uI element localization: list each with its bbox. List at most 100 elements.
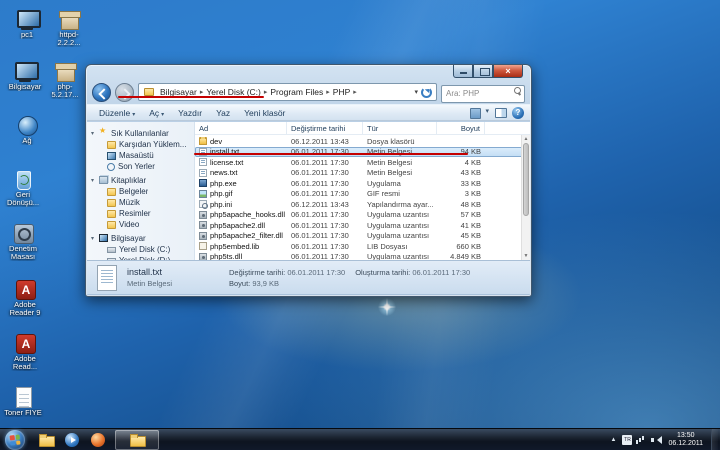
file-name-cell: dev <box>195 137 287 146</box>
desktop-icon-httpd-2-2-2[interactable]: httpd-2.2.2... <box>48 8 90 47</box>
window-body: ▾Sık KullanılanlarKarşıdan Yüklem...Masa… <box>87 122 530 260</box>
maximize-button[interactable] <box>473 65 493 78</box>
scrollbar-thumb[interactable] <box>523 143 529 216</box>
forward-button[interactable] <box>115 83 134 102</box>
address-bar[interactable]: Bilgisayar▸Yerel Disk (C:)▸Program Files… <box>138 83 437 101</box>
minimize-button[interactable] <box>453 65 473 78</box>
file-row-php-exe[interactable]: php.exe06.01.2011 17:30Uygulama33 KB <box>195 178 530 189</box>
tray-overflow-icon[interactable]: ▲ <box>609 437 619 443</box>
column-header-t-r[interactable]: Tür <box>363 122 437 134</box>
twisty-icon[interactable]: ▾ <box>91 177 99 184</box>
file-row-php5ts-dll[interactable]: php5ts.dll06.01.2011 17:30Uygulama uzant… <box>195 252 530 261</box>
dll-file-icon <box>199 211 207 219</box>
adobe-icon <box>12 332 38 354</box>
breadcrumb-separator-icon[interactable]: ▸ <box>353 88 357 96</box>
file-row-php-gif[interactable]: php.gif06.01.2011 17:30GIF resmi3 KB <box>195 189 530 200</box>
taskbar-explorer-icon[interactable] <box>37 432 55 448</box>
language-indicator-icon[interactable] <box>622 435 632 445</box>
file-size-cell: 4 KB <box>437 158 485 167</box>
twisty-icon[interactable]: ▾ <box>91 130 99 137</box>
start-button[interactable] <box>5 430 25 450</box>
file-name-cell: php5apache_hooks.dll <box>195 210 287 219</box>
toolbar-d-zenle[interactable]: Düzenle▾ <box>93 107 141 119</box>
sidebar-item-masa-st[interactable]: Masaüstü <box>91 150 194 161</box>
desktop: pc1httpd-2.2.2...Bilgisayarphp-5.2.17...… <box>0 0 720 450</box>
file-name-text: php.gif <box>210 189 233 198</box>
taskbar-browser-icon[interactable] <box>89 432 107 448</box>
file-row-php5apache2-dll[interactable]: php5apache2.dll06.01.2011 17:30Uygulama … <box>195 220 530 231</box>
change-view-button[interactable] <box>470 107 490 118</box>
taskbar-active-window-button[interactable] <box>115 430 159 450</box>
search-input[interactable] <box>441 85 525 103</box>
file-name-cell: php.gif <box>195 189 287 198</box>
desktop-icon-a[interactable]: Ağ <box>6 114 48 145</box>
scroll-up-icon[interactable]: ▲ <box>522 135 530 143</box>
breadcrumb-item-yerel-disk-c[interactable]: Yerel Disk (C:) <box>203 87 263 97</box>
breadcrumb-item-php[interactable]: PHP <box>330 87 353 97</box>
folder-icon <box>144 88 154 96</box>
volume-icon[interactable] <box>650 435 660 445</box>
sidebar-item-label: Karşıdan Yüklem... <box>119 140 186 149</box>
sidebar-group-s-k-kullan-lanlar[interactable]: ▾Sık Kullanılanlar <box>91 127 194 139</box>
details-file-name: install.txt <box>127 267 219 277</box>
file-list: dev06.12.2011 13:43Dosya klasörüinstall.… <box>195 135 530 260</box>
desktop-icon-bilgisayar[interactable]: Bilgisayar <box>4 60 46 91</box>
network-icon[interactable] <box>636 435 646 445</box>
sidebar-item-kar-dan-y-klem[interactable]: Karşıdan Yüklem... <box>91 139 194 150</box>
sidebar-item-belgeler[interactable]: Belgeler <box>91 186 194 197</box>
taskbar-clock[interactable]: 13:50 06.12.2011 <box>664 432 707 448</box>
desktop-icon-pc1[interactable]: pc1 <box>6 8 48 39</box>
twisty-icon[interactable]: ▾ <box>91 235 99 242</box>
breadcrumb-item-program-files[interactable]: Program Files <box>267 87 326 97</box>
file-row-php5embed-lib[interactable]: php5embed.lib06.01.2011 17:30LIB Dosyası… <box>195 241 530 252</box>
desktop-icon-adobe-read[interactable]: Adobe Read... <box>4 332 46 371</box>
column-header-boyut[interactable]: Boyut <box>437 122 485 134</box>
toolbar-yazd-r[interactable]: Yazdır <box>172 107 208 119</box>
refresh-icon[interactable] <box>421 87 432 98</box>
scroll-down-icon[interactable]: ▼ <box>522 252 530 260</box>
file-date-cell: 06.01.2011 17:30 <box>287 252 363 260</box>
sidebar-group-kitapl-klar[interactable]: ▾Kitaplıklar <box>91 174 194 186</box>
dropdown-arrow-icon: ▾ <box>161 112 164 118</box>
desktop-icon-adobe-reader-9[interactable]: Adobe Reader 9 <box>4 278 46 317</box>
show-desktop-button[interactable] <box>711 429 718 450</box>
back-button[interactable] <box>92 83 111 102</box>
sidebar-item-m-zik[interactable]: Müzik <box>91 197 194 208</box>
file-row-install-txt[interactable]: install.txt06.01.2011 17:30Metin Belgesi… <box>195 147 530 158</box>
file-row-php5apache2-filter-dll[interactable]: php5apache2_filter.dll06.01.2011 17:30Uy… <box>195 231 530 242</box>
file-date-cell: 06.01.2011 17:30 <box>287 189 363 198</box>
vertical-scrollbar[interactable]: ▲ ▼ <box>521 135 530 260</box>
file-row-php-ini[interactable]: php.ini06.12.2011 13:43Yapılandırma ayar… <box>195 199 530 210</box>
sidebar-item-son-yerler[interactable]: Son Yerler <box>91 161 194 172</box>
taskbar-media-player-icon[interactable] <box>63 432 81 448</box>
preview-pane-button[interactable] <box>495 108 507 118</box>
file-type-cell: Uygulama uzantısı <box>363 252 437 260</box>
file-row-news-txt[interactable]: news.txt06.01.2011 17:30Metin Belgesi43 … <box>195 168 530 179</box>
document-icon <box>10 386 36 408</box>
file-size-cell: 4.849 KB <box>437 252 485 260</box>
toolbar-yeni-klas-r[interactable]: Yeni klasör <box>238 107 291 119</box>
desktop-icon-php-5-2-17[interactable]: php-5.2.17... <box>44 60 86 99</box>
desktop-icon-label: Bilgisayar <box>4 83 46 91</box>
folder-icon <box>107 188 116 196</box>
computer-icon <box>12 60 38 82</box>
sidebar-group-bilgisayar[interactable]: ▾Bilgisayar <box>91 232 194 244</box>
sidebar-item-video[interactable]: Video <box>91 219 194 230</box>
desktop-icon-geri-d-n[interactable]: Geri Dönüşü... <box>2 168 44 207</box>
desktop-icon-toner-fi-ye[interactable]: Toner FİYE <box>2 386 44 417</box>
desktop-icon-denetim-masas[interactable]: Denetim Masası <box>2 222 44 261</box>
address-dropdown-icon[interactable]: ▾ <box>411 88 421 96</box>
toolbar-yaz[interactable]: Yaz <box>210 107 236 119</box>
sidebar-item-yerel-disk-c[interactable]: Yerel Disk (C:) <box>91 244 194 255</box>
file-row-php5apache-hooks-dll[interactable]: php5apache_hooks.dll06.01.2011 17:30Uygu… <box>195 210 530 221</box>
file-row-dev[interactable]: dev06.12.2011 13:43Dosya klasörü <box>195 136 530 147</box>
help-button[interactable]: ? <box>512 107 524 119</box>
column-header-de-i-tirme-tarihi[interactable]: Değiştirme tarihi <box>287 122 363 134</box>
sidebar-item-resimler[interactable]: Resimler <box>91 208 194 219</box>
column-header-ad[interactable]: Ad <box>195 122 287 134</box>
toolbar-a[interactable]: Aç▾ <box>143 107 170 119</box>
close-button[interactable]: × <box>493 65 523 78</box>
file-row-license-txt[interactable]: license.txt06.01.2011 17:30Metin Belgesi… <box>195 157 530 168</box>
file-name-text: install.txt <box>210 147 239 156</box>
breadcrumb-item-bilgisayar[interactable]: Bilgisayar <box>157 87 200 97</box>
